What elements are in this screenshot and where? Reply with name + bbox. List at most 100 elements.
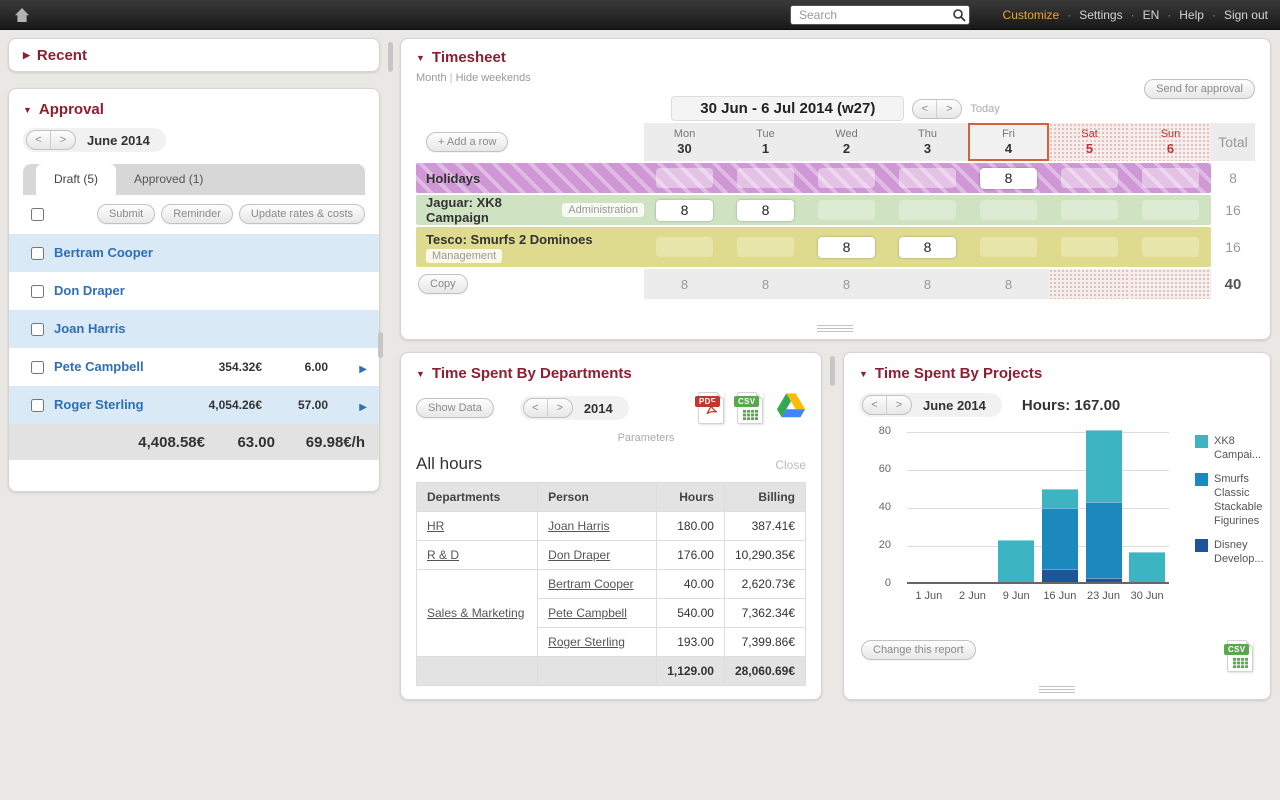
show-data-button[interactable]: Show Data xyxy=(416,398,494,418)
total-billing: 28,060.69€ xyxy=(724,657,805,686)
department-link[interactable]: HR xyxy=(427,519,444,533)
hour-cell-input[interactable]: 8 xyxy=(737,200,794,221)
hour-cell-input[interactable] xyxy=(737,168,794,188)
person-link[interactable]: Pete Campbell xyxy=(548,606,627,620)
hour-cell-input[interactable] xyxy=(737,237,794,257)
nav-settings[interactable]: Settings xyxy=(1079,8,1122,22)
recent-panel-header[interactable]: Recent xyxy=(23,47,365,64)
reminder-button[interactable]: Reminder xyxy=(161,204,233,224)
timesheet-row-tesco: Tesco: Smurfs 2 Dominoes Management 8 8 … xyxy=(416,227,1255,267)
nav-help[interactable]: Help xyxy=(1179,8,1204,22)
google-drive-icon[interactable] xyxy=(776,392,806,424)
timesheet-resize-handle[interactable] xyxy=(817,325,853,333)
hour-cell-input[interactable]: 8 xyxy=(899,237,956,258)
month-prev-button[interactable]: < xyxy=(863,396,887,414)
hour-cell-input[interactable] xyxy=(656,168,713,188)
approval-next-button[interactable]: > xyxy=(51,131,75,149)
timesheet-panel-header[interactable]: Timesheet xyxy=(416,49,1255,66)
today-link[interactable]: Today xyxy=(970,103,999,115)
departments-panel-header[interactable]: Time Spent By Departments xyxy=(416,365,806,382)
month-next-button[interactable]: > xyxy=(887,396,911,414)
hour-cell-input[interactable] xyxy=(1142,200,1199,220)
approval-row: Don Draper xyxy=(9,272,379,310)
hide-weekends-link[interactable]: Hide weekends xyxy=(447,72,531,84)
approval-panel-header[interactable]: Approval xyxy=(23,101,379,118)
export-pdf-icon[interactable]: PDF xyxy=(698,392,724,424)
copy-button[interactable]: Copy xyxy=(418,274,468,294)
legend-item: XK8 Campai... xyxy=(1195,434,1273,463)
person-link[interactable]: Roger Sterling xyxy=(548,635,625,649)
row-checkbox[interactable] xyxy=(31,247,44,260)
day-header: Mon30 xyxy=(644,123,725,161)
person-link[interactable]: Don Draper xyxy=(54,282,170,300)
hour-cell-input[interactable]: 8 xyxy=(980,168,1037,189)
person-link[interactable]: Bertram Cooper xyxy=(54,244,170,262)
total-column-header: Total xyxy=(1211,123,1255,161)
year-next-button[interactable]: > xyxy=(548,399,572,417)
nav-customize[interactable]: Customize xyxy=(1003,8,1060,22)
approval-row: Pete Campbell 354.32€ 6.00 xyxy=(9,348,379,386)
export-csv-icon[interactable]: CSV xyxy=(737,392,763,424)
hour-cell-input[interactable] xyxy=(1142,168,1199,188)
send-for-approval-button[interactable]: Send for approval xyxy=(1144,79,1255,99)
expand-arrow-icon[interactable] xyxy=(347,360,367,375)
nav-signout[interactable]: Sign out xyxy=(1224,8,1268,22)
hour-cell-input[interactable] xyxy=(1061,168,1118,188)
row-checkbox[interactable] xyxy=(31,285,44,298)
hour-cell-input[interactable] xyxy=(1061,200,1118,220)
approval-period-label: June 2014 xyxy=(87,133,150,148)
total-hours: 1,129.00 xyxy=(657,657,725,686)
column-divider-handle[interactable] xyxy=(388,42,393,72)
year-prev-button[interactable]: < xyxy=(524,399,548,417)
person-link[interactable]: Don Draper xyxy=(548,548,610,562)
week-next-button[interactable]: > xyxy=(937,100,961,118)
view-month-link[interactable]: Month xyxy=(416,72,447,84)
hour-cell-input[interactable] xyxy=(899,200,956,220)
row-checkbox[interactable] xyxy=(31,323,44,336)
hour-cell-input[interactable] xyxy=(1142,237,1199,257)
projects-panel-header[interactable]: Time Spent By Projects xyxy=(859,365,1255,382)
department-link[interactable]: Sales & Marketing xyxy=(427,606,524,620)
hour-cell-input[interactable] xyxy=(818,168,875,188)
person-link[interactable]: Pete Campbell xyxy=(54,358,170,376)
projects-resize-handle[interactable] xyxy=(1039,686,1075,694)
col-header: Departments xyxy=(417,483,538,512)
person-link[interactable]: Joan Harris xyxy=(548,519,609,533)
column-divider-handle[interactable] xyxy=(378,332,383,358)
expand-arrow-icon[interactable] xyxy=(347,398,367,413)
column-divider-handle[interactable] xyxy=(830,356,835,386)
search-icon[interactable] xyxy=(952,8,966,27)
change-report-button[interactable]: Change this report xyxy=(861,640,976,660)
tab-approved[interactable]: Approved (1) xyxy=(116,164,221,195)
hour-cell-input[interactable]: 8 xyxy=(656,200,713,221)
hour-cell-input[interactable] xyxy=(1061,237,1118,257)
hour-cell-input[interactable] xyxy=(980,237,1037,257)
hour-cell-input[interactable]: 8 xyxy=(818,237,875,258)
person-link[interactable]: Roger Sterling xyxy=(54,396,170,414)
hour-cell-input[interactable] xyxy=(899,168,956,188)
hour-cell-input[interactable] xyxy=(980,200,1037,220)
week-range-picker[interactable]: 30 Jun - 6 Jul 2014 (w27) xyxy=(671,96,904,121)
row-hours: 57.00 xyxy=(262,398,328,412)
parameters-link[interactable]: Parameters xyxy=(416,432,806,444)
person-link[interactable]: Joan Harris xyxy=(54,320,170,338)
row-checkbox[interactable] xyxy=(31,399,44,412)
department-link[interactable]: R & D xyxy=(427,548,459,562)
home-icon[interactable] xyxy=(14,7,30,28)
update-rates-button[interactable]: Update rates & costs xyxy=(239,204,365,224)
search-input[interactable] xyxy=(790,5,970,25)
export-csv-icon[interactable]: CSV xyxy=(1227,640,1253,672)
nav-language[interactable]: EN xyxy=(1143,8,1160,22)
hour-cell-input[interactable] xyxy=(818,200,875,220)
select-all-checkbox[interactable] xyxy=(31,208,44,221)
close-link[interactable]: Close xyxy=(775,458,806,472)
approval-prev-button[interactable]: < xyxy=(27,131,51,149)
hour-cell-input[interactable] xyxy=(656,237,713,257)
timesheet-title: Timesheet xyxy=(432,49,506,66)
submit-button[interactable]: Submit xyxy=(97,204,155,224)
tab-draft[interactable]: Draft (5) xyxy=(36,164,116,195)
row-checkbox[interactable] xyxy=(31,361,44,374)
week-prev-button[interactable]: < xyxy=(913,100,937,118)
person-link[interactable]: Bertram Cooper xyxy=(548,577,633,591)
add-row-button[interactable]: + Add a row xyxy=(426,132,508,152)
